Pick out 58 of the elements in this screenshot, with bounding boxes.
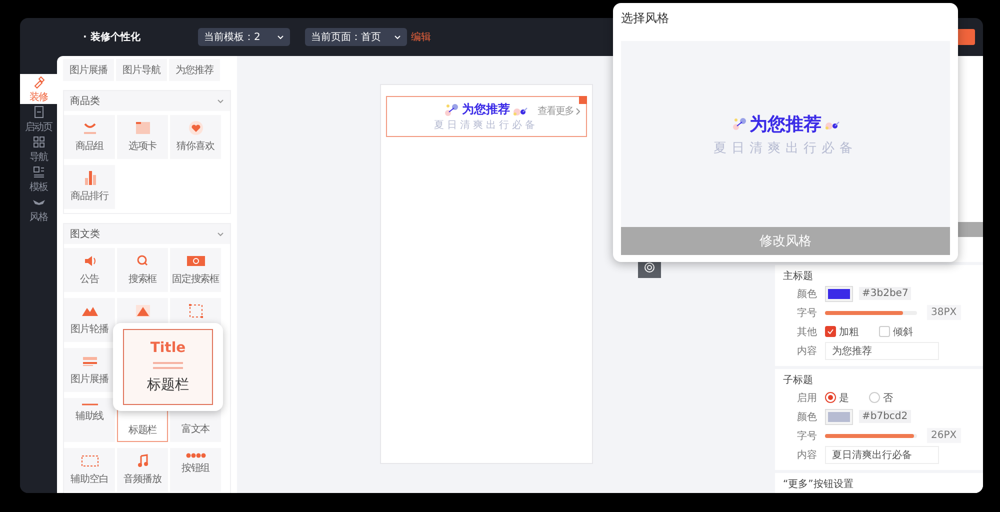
component-tile[interactable]: 按钮组 [170, 448, 221, 492]
component-tile[interactable]: 辅助线 [64, 398, 115, 442]
radio-label: 否 [883, 392, 893, 404]
title-bar-component[interactable]: 为您推荐 查看更多 夏日清爽出行必备 [386, 96, 586, 137]
text-field[interactable]: 为您推荐 [825, 342, 939, 360]
component-tile[interactable]: 图片展播 [63, 59, 114, 81]
subheading: 夏日清爽出行必备 [434, 118, 538, 132]
more-link[interactable]: 查看更多 [538, 104, 574, 118]
category-header[interactable]: 图文类 [64, 224, 230, 244]
style-preview[interactable]: 为您推荐 夏日清爽出行必备 [621, 41, 950, 227]
preview-heading: 为您推荐 [750, 112, 822, 136]
field-label: 颜色 [797, 288, 818, 300]
dropdown[interactable]: 当前模板：2 [198, 28, 290, 46]
section-title: 子标题 [783, 374, 814, 388]
component-tile[interactable]: 图片导航 [116, 59, 167, 81]
size-value: 26PX [927, 428, 961, 443]
heading: 为您推荐 [462, 101, 510, 118]
section-title: “更多”按钮设置 [783, 478, 854, 492]
edit-link[interactable]: 编辑 [411, 30, 431, 44]
field-label: 内容 [797, 448, 818, 462]
dialog-title: 选择风格 [621, 10, 670, 26]
title-sample: Title [150, 340, 186, 356]
component-tile[interactable]: 搜索框 [117, 248, 168, 292]
component-tile[interactable]: 商品组 [64, 115, 115, 159]
checkbox-label: 加粗 [839, 326, 859, 338]
page-title: · 装修个性化 [83, 30, 142, 44]
field-label: 字号 [797, 430, 818, 442]
preview-subheading: 夏日清爽出行必备 [714, 140, 858, 156]
field-label: 颜色 [797, 410, 818, 424]
component-tile[interactable]: 选项卡 [117, 115, 168, 159]
component-tile[interactable]: 商品排行 [64, 165, 115, 209]
field-label: 内容 [797, 344, 818, 358]
rail-item[interactable]: 模板 [20, 164, 57, 194]
component-tile[interactable]: 图片展播 [64, 348, 115, 392]
component-tile[interactable]: 猜你喜欢 [170, 115, 221, 159]
component-tile[interactable]: 公告 [64, 248, 115, 292]
field-label: 启用 [797, 392, 818, 404]
field-label: 其他 [797, 326, 818, 338]
component-tile[interactable]: 固定搜索框 [170, 248, 221, 292]
component-tile[interactable]: 辅助空白 [64, 448, 115, 492]
section-title: 主标题 [783, 270, 814, 284]
rail-item[interactable]: 启动页 [20, 104, 57, 134]
checkbox-label: 倾斜 [893, 326, 913, 338]
dropdown[interactable]: 当前页面：首页 [305, 28, 407, 46]
rail-item[interactable]: 导航 [20, 134, 57, 164]
component-name: 标题栏 [147, 376, 189, 394]
color-value: #3b2be7 [859, 287, 912, 300]
size-value: 38PX [927, 305, 961, 320]
rail-item[interactable]: 风格 [20, 194, 57, 224]
field-label: 字号 [797, 306, 818, 320]
component-tile[interactable]: 为您推荐 [169, 59, 220, 81]
color-value: #b7bcd2 [859, 410, 911, 423]
component-tile[interactable]: 音频播放 [117, 448, 168, 492]
text-field[interactable]: 夏日清爽出行必备 [825, 446, 939, 464]
rail-item[interactable]: 装修 [20, 74, 57, 104]
component-tile[interactable]: 图片轮播 [64, 298, 115, 342]
category-header[interactable]: 商品类 [64, 91, 230, 111]
radio-label: 是 [839, 392, 849, 404]
